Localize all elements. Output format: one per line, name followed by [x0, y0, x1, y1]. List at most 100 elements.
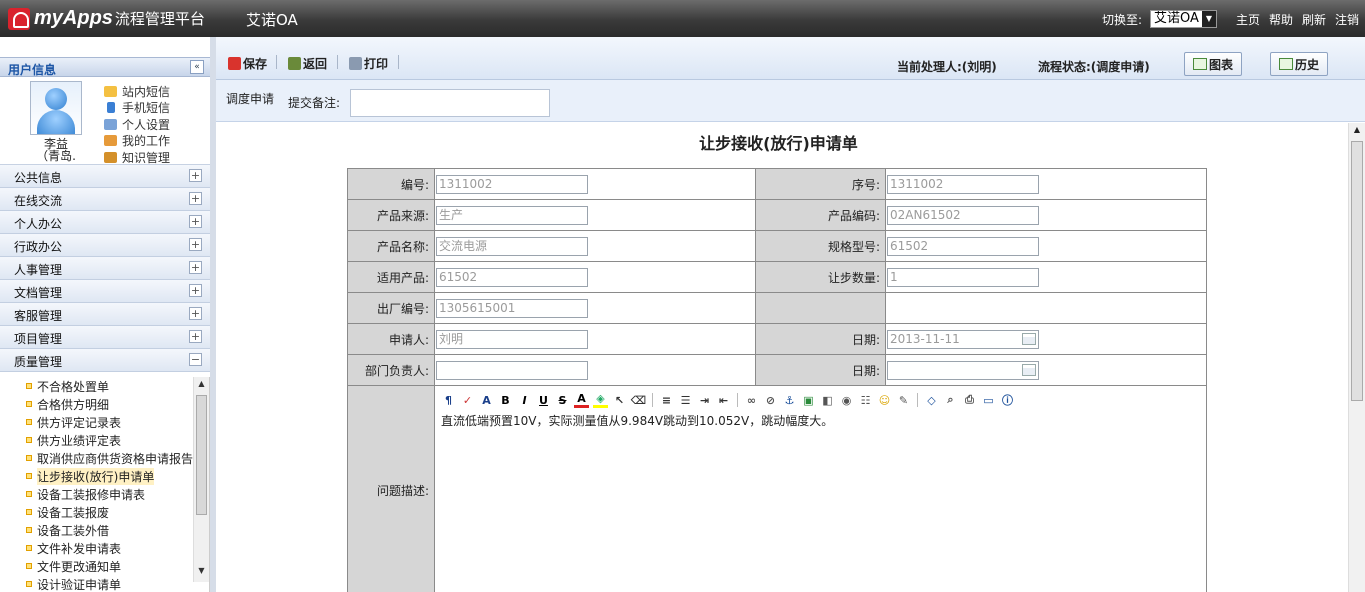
align-icon[interactable]: ≡	[659, 393, 674, 408]
calendar-icon[interactable]	[1022, 332, 1036, 345]
anchor-icon[interactable]: ⚓	[782, 393, 797, 408]
expand-icon[interactable]: +	[189, 192, 202, 205]
quick-link-settings[interactable]: 个人设置	[104, 116, 170, 133]
flash-icon[interactable]: ◧	[820, 393, 835, 408]
scroll-thumb[interactable]	[196, 395, 207, 515]
department-head-field[interactable]	[436, 360, 588, 380]
italic-icon[interactable]: I	[517, 393, 532, 408]
quick-link-sms[interactable]: 手机短信	[104, 100, 170, 117]
source-icon[interactable]: ◇	[924, 393, 939, 408]
expand-icon[interactable]: +	[189, 215, 202, 228]
hr-icon[interactable]: ☷	[858, 393, 873, 408]
about-icon[interactable]: ⓘ	[1000, 393, 1015, 408]
bold-icon[interactable]: B	[498, 393, 513, 408]
submenu-item[interactable]: 供方评定记录表	[0, 413, 209, 431]
submenu-item[interactable]: 不合格处置单	[0, 377, 209, 395]
problem-description-text[interactable]: 直流低端预置10V，实际测量值从9.984V跳动到10.052V，跳动幅度大。	[435, 414, 1206, 586]
menu-projects[interactable]: 项目管理 +	[0, 326, 210, 349]
form-row: 问题描述: ¶ ✓ A B I U S A ◈ ↖ ⌫ ≡ ☰ ⇥ ⇤ ∞ ⊘ …	[347, 385, 1207, 592]
submenu-item[interactable]: 取消供应商供货资格申请报告	[0, 449, 209, 467]
outdent-icon[interactable]: ⇤	[716, 393, 731, 408]
submenu-item[interactable]: 设计验证申请单	[0, 575, 209, 592]
submenu-item[interactable]: 文件更改通知单	[0, 557, 209, 575]
menu-hr[interactable]: 人事管理 +	[0, 257, 210, 280]
print-icon[interactable]: ⎙	[962, 393, 977, 408]
menu-quality[interactable]: 质量管理 −	[0, 349, 210, 372]
expand-icon[interactable]: +	[189, 261, 202, 274]
submenu-item[interactable]: 文件补发申请表	[0, 539, 209, 557]
submenu-item[interactable]: 设备工装外借	[0, 521, 209, 539]
submenu-item-active[interactable]: 让步接收(放行)申请单	[0, 467, 209, 485]
submenu-item[interactable]: 设备工装报修申请表	[0, 485, 209, 503]
save-button[interactable]: 保存	[228, 55, 267, 72]
collapse-sidebar-button[interactable]: «	[190, 60, 204, 74]
chart-button[interactable]: 图表	[1184, 52, 1243, 76]
refresh-link[interactable]: 刷新	[1302, 11, 1326, 28]
content-scrollbar[interactable]: ▲	[1348, 123, 1365, 592]
product-source-field[interactable]: 生产	[436, 205, 588, 225]
product-code-field[interactable]: 02AN61502	[887, 205, 1039, 225]
concession-quantity-field[interactable]: 1	[887, 267, 1039, 287]
product-name-field[interactable]: 交流电源	[436, 236, 588, 256]
pointer-icon[interactable]: ↖	[612, 393, 627, 408]
media-icon[interactable]: ◉	[839, 393, 854, 408]
quick-link-knowledge[interactable]: 知识管理	[104, 149, 170, 166]
image-icon[interactable]: ▣	[801, 393, 816, 408]
submenu-item[interactable]: 合格供方明细	[0, 395, 209, 413]
preview-icon[interactable]: ⌕	[943, 393, 958, 408]
template-icon[interactable]: ✎	[896, 393, 911, 408]
scroll-thumb[interactable]	[1351, 141, 1363, 401]
font-icon[interactable]: A	[479, 393, 494, 408]
smiley-icon[interactable]: ☺	[877, 393, 892, 408]
bg-color-icon[interactable]: ◈	[593, 392, 608, 408]
spellcheck-icon[interactable]: ✓	[460, 393, 475, 408]
expand-icon[interactable]: +	[189, 307, 202, 320]
collapse-icon[interactable]: −	[189, 353, 202, 366]
expand-icon[interactable]: +	[189, 330, 202, 343]
menu-online-chat[interactable]: 在线交流 +	[0, 188, 210, 211]
scroll-down-icon[interactable]: ▼	[194, 566, 209, 580]
unlink-icon[interactable]: ⊘	[763, 393, 778, 408]
submenu-item[interactable]: 供方业绩评定表	[0, 431, 209, 449]
eraser-icon[interactable]: ⌫	[631, 393, 647, 408]
menu-documents[interactable]: 文档管理 +	[0, 280, 210, 303]
print-button[interactable]: 打印	[349, 55, 388, 72]
history-button[interactable]: 历史	[1270, 52, 1329, 76]
applicable-product-field[interactable]: 61502	[436, 267, 588, 287]
logout-link[interactable]: 注销	[1335, 11, 1359, 28]
expand-icon[interactable]: +	[189, 169, 202, 182]
menu-admin-office[interactable]: 行政办公 +	[0, 234, 210, 257]
factory-number-field[interactable]: 1305615001	[436, 298, 588, 318]
scroll-up-icon[interactable]: ▲	[1349, 125, 1365, 134]
remark-input[interactable]	[350, 89, 550, 117]
quick-link-messages[interactable]: 站内短信	[104, 83, 170, 100]
expand-icon[interactable]: +	[189, 284, 202, 297]
submenu-scrollbar[interactable]: ▲ ▼	[193, 377, 209, 582]
link-icon[interactable]: ∞	[744, 393, 759, 408]
menu-personal-office[interactable]: 个人办公 +	[0, 211, 210, 234]
indent-icon[interactable]: ⇥	[697, 393, 712, 408]
app-switch-select[interactable]: 艾诺OA ▼	[1150, 10, 1217, 28]
back-button[interactable]: 返回	[288, 55, 327, 72]
model-field[interactable]: 61502	[887, 236, 1039, 256]
strike-icon[interactable]: S	[555, 393, 570, 408]
applicant-field[interactable]: 刘明	[436, 329, 588, 349]
font-color-icon[interactable]: A	[574, 392, 589, 408]
date-field[interactable]: 2013-11-11	[887, 329, 1039, 349]
expand-icon[interactable]: +	[189, 238, 202, 251]
quick-link-my-work[interactable]: 我的工作	[104, 133, 170, 150]
list-icon[interactable]: ☰	[678, 393, 693, 408]
scroll-up-icon[interactable]: ▲	[194, 379, 209, 393]
calendar-icon[interactable]	[1022, 363, 1036, 376]
submenu-item[interactable]: 设备工装报废	[0, 503, 209, 521]
menu-public-info[interactable]: 公共信息 +	[0, 165, 210, 188]
help-link[interactable]: 帮助	[1269, 11, 1293, 28]
menu-customer-service[interactable]: 客服管理 +	[0, 303, 210, 326]
head-date-field[interactable]	[887, 360, 1039, 380]
underline-icon[interactable]: U	[536, 393, 551, 408]
number-field[interactable]: 1311002	[436, 174, 588, 194]
serial-field[interactable]: 1311002	[887, 174, 1039, 194]
format-icon[interactable]: ¶	[441, 393, 456, 408]
fullscreen-icon[interactable]: ▭	[981, 393, 996, 408]
home-link[interactable]: 主页	[1236, 11, 1260, 28]
